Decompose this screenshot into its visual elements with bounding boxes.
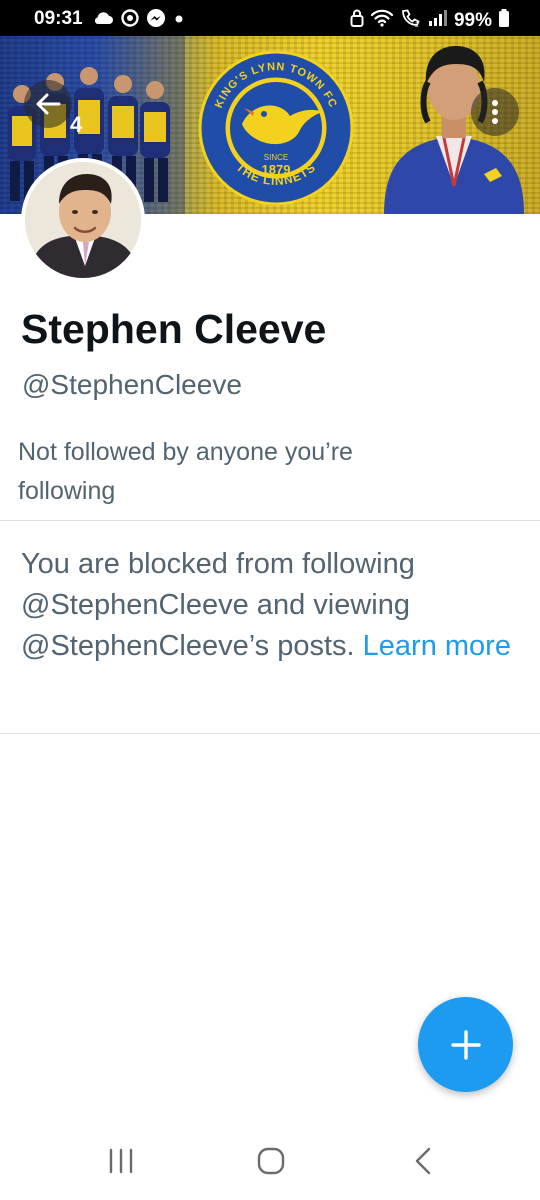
signal-icon [428,9,448,32]
divider [0,733,540,734]
more-options-button[interactable] [471,88,519,136]
wifi-calling-icon: 2 [400,8,422,33]
battery-percent: 99% [453,9,492,31]
system-back-button[interactable] [410,1146,440,1181]
back-button[interactable] [24,80,72,128]
home-button[interactable] [256,1146,286,1181]
recents-icon [109,1148,133,1174]
cloud-icon [92,10,114,31]
status-time: 09:31 [34,8,83,29]
avatar-photo [25,162,141,278]
profile-handle: @StephenCleeve [22,369,242,400]
home-icon [257,1147,285,1175]
svg-text:2: 2 [415,22,419,28]
player-number: 4 [70,112,83,137]
divider [0,520,540,521]
lock-icon [350,8,364,33]
back-icon [415,1147,431,1175]
arrow-left-icon [36,93,61,115]
battery-icon [498,8,510,33]
crest-year: 1879 [262,162,291,177]
crest-since: SINCE [264,153,288,162]
messenger-icon [146,8,166,33]
recents-button[interactable] [106,1146,136,1181]
sync-icon [120,8,140,33]
blocked-message: You are blocked from following @StephenC… [21,548,415,662]
system-nav-bar [0,1120,540,1200]
dot-icon [172,11,186,30]
followers-you-know-note: Not followed by anyone you’re following [18,438,353,505]
plus-icon [450,1029,481,1060]
display-name: Stephen Cleeve [21,306,327,352]
more-vertical-icon [492,100,498,124]
club-crest: KING'S LYNN TOWN FC THE LINNETS SINCE 18… [198,50,354,206]
avatar[interactable] [21,158,145,282]
compose-post-button[interactable] [418,997,513,1092]
blocked-notice: You are blocked from following @StephenC… [21,544,511,667]
learn-more-link[interactable]: Learn more [363,630,511,662]
status-bar: 09:31 2 99% [0,0,540,36]
wifi-icon [370,8,394,33]
